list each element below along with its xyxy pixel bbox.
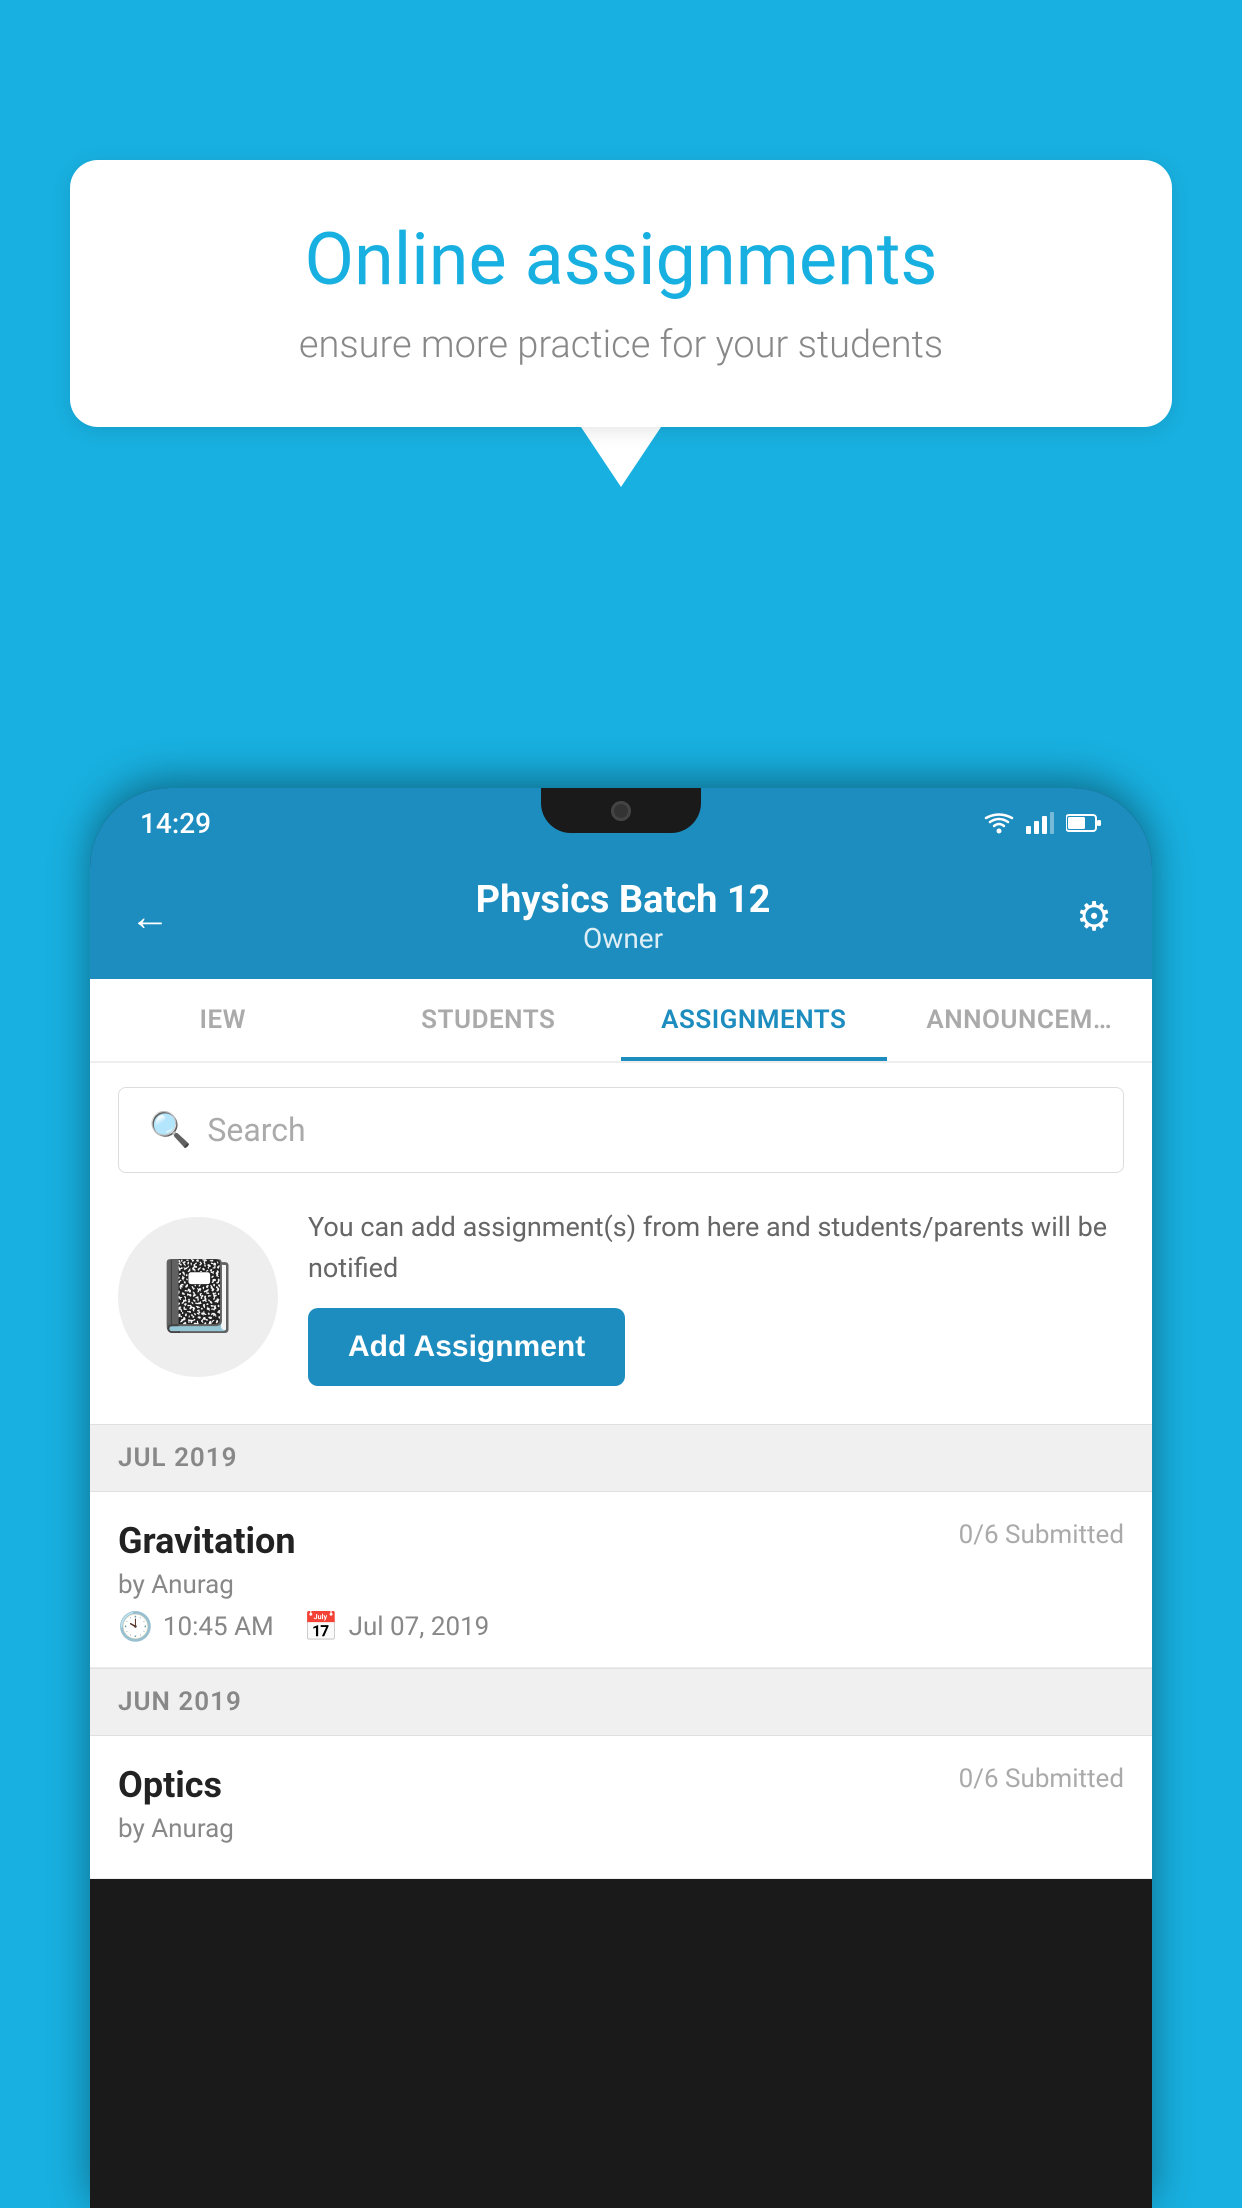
settings-icon[interactable]: ⚙ [1076,893,1112,940]
add-assignment-button[interactable]: Add Assignment [308,1308,625,1386]
section-header-jun: JUN 2019 [90,1668,1152,1736]
tab-iew[interactable]: IEW [90,979,356,1061]
meta-time-gravitation: 🕙 10:45 AM [118,1610,274,1643]
speech-bubble-wrapper: Online assignments ensure more practice … [70,160,1172,487]
assignment-row-top-optics: Optics 0/6 Submitted [118,1764,1124,1806]
notch [541,788,701,833]
speech-bubble: Online assignments ensure more practice … [70,160,1172,427]
promo-text-col: You can add assignment(s) from here and … [308,1207,1124,1386]
assignment-item-gravitation[interactable]: Gravitation 0/6 Submitted by Anurag 🕙 10… [90,1492,1152,1668]
assignment-item-optics[interactable]: Optics 0/6 Submitted by Anurag [90,1736,1152,1879]
assignment-row-top: Gravitation 0/6 Submitted [118,1520,1124,1562]
phone: 14:29 [90,788,1152,2208]
signal-icon [1026,812,1054,834]
app-header: ← Physics Batch 12 Owner ⚙ [90,858,1152,979]
status-bar: 14:29 [90,788,1152,858]
search-icon: 🔍 [149,1110,191,1150]
tab-announcements[interactable]: ANNOUNCEM… [887,979,1153,1061]
assignment-status-gravitation: 0/6 Submitted [959,1520,1124,1550]
tab-students[interactable]: STUDENTS [356,979,622,1061]
notch-camera [611,801,631,821]
tab-assignments[interactable]: ASSIGNMENTS [621,979,887,1061]
promo-card: 📓 You can add assignment(s) from here an… [118,1197,1124,1396]
screen-content: 🔍 Search 📓 You can add assignment(s) fro… [90,1063,1152,1879]
assignment-author-gravitation: by Anurag [118,1570,1124,1600]
back-button[interactable]: ← [130,893,170,940]
clock-icon: 🕙 [118,1610,153,1643]
tabs-bar: IEW STUDENTS ASSIGNMENTS ANNOUNCEM… [90,979,1152,1063]
assignment-name-gravitation: Gravitation [118,1520,296,1562]
search-placeholder: Search [207,1111,305,1149]
assignment-name-optics: Optics [118,1764,222,1806]
header-center: Physics Batch 12 Owner [476,878,771,955]
header-subtitle: Owner [476,922,771,955]
section-header-jul: JUL 2019 [90,1424,1152,1492]
calendar-icon: 📅 [304,1610,339,1643]
assignment-author-optics: by Anurag [118,1814,1124,1844]
status-icons [984,812,1102,834]
header-title: Physics Batch 12 [476,878,771,922]
wifi-icon [984,812,1014,834]
speech-bubble-subtitle: ensure more practice for your students [140,323,1102,367]
notebook-icon: 📓 [154,1256,241,1338]
speech-bubble-title: Online assignments [140,220,1102,299]
promo-description: You can add assignment(s) from here and … [308,1207,1124,1288]
meta-date-gravitation: 📅 Jul 07, 2019 [304,1610,490,1643]
status-time: 14:29 [140,807,211,840]
battery-icon [1066,813,1102,833]
search-bar[interactable]: 🔍 Search [118,1087,1124,1173]
assignment-meta-gravitation: 🕙 10:45 AM 📅 Jul 07, 2019 [118,1610,1124,1643]
promo-icon-circle: 📓 [118,1217,278,1377]
assignment-status-optics: 0/6 Submitted [959,1764,1124,1794]
speech-bubble-arrow [581,427,661,487]
